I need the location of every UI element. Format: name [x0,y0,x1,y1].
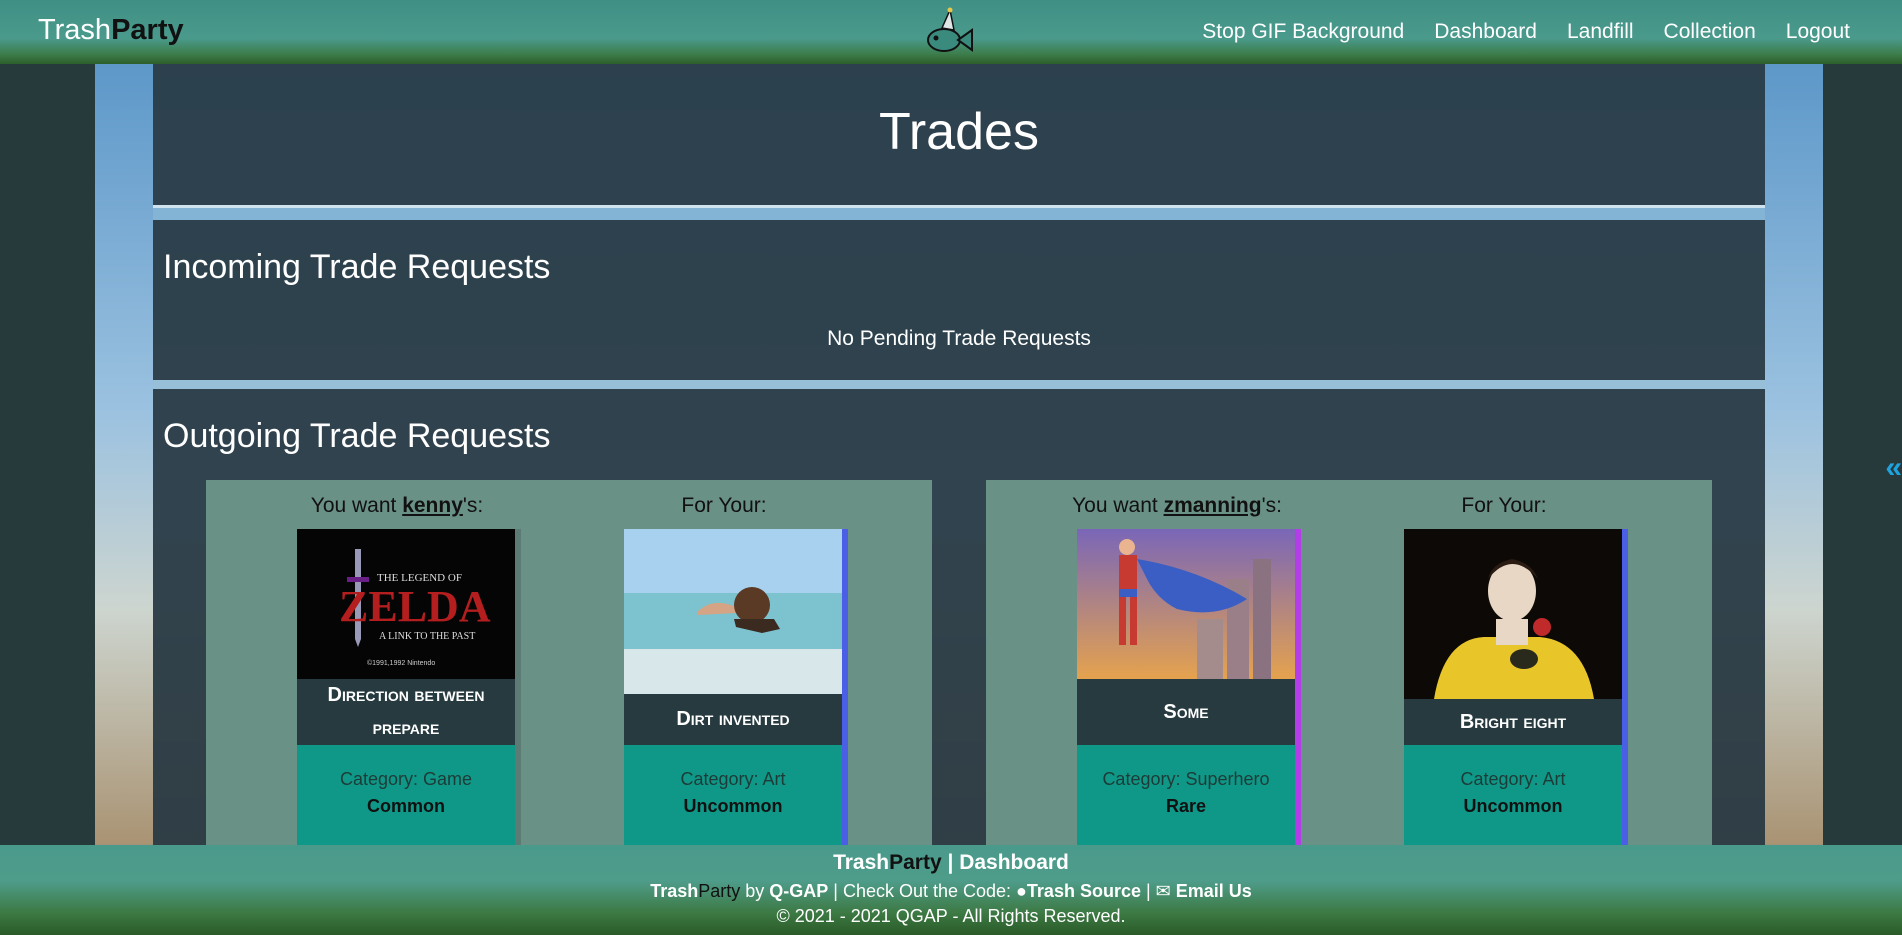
title-panel: Trades [153,64,1765,208]
trade-request: You want kenny's: For Your: ZELDA THE LE… [206,480,932,845]
trade-user-link[interactable]: zmanning [1164,494,1262,517]
card-name: Dirt invented [624,694,842,745]
footer-dashboard-link[interactable]: Dashboard [959,851,1069,874]
card-info: Category: Superhero Rare [1077,745,1295,845]
navbar: TrashParty Stop GIF Background Dashboard… [0,0,1902,64]
card-name: Some [1077,679,1295,745]
superhero-art [1077,529,1295,679]
footer-copyright: © 2021 - 2021 QGAP - All Rights Reserved… [776,906,1126,926]
card-info: Category: Art Uncommon [1404,745,1622,845]
rarity-edge [515,529,521,845]
want-heading: You want kenny's: [247,494,547,518]
trade-request: You want zmanning's: For Your: Some Cate… [986,480,1712,845]
footer-brand-party[interactable]: Party [889,851,942,874]
trade-user-link[interactable]: kenny [402,494,463,517]
footer-brand-trash: Trash [650,881,699,901]
incoming-heading: Incoming Trade Requests [163,248,551,286]
card-info: Category: Art Uncommon [624,745,842,845]
trade-card-theirs[interactable]: ZELDA THE LEGEND OF A LINK TO THE PAST ©… [297,529,521,845]
rarity-edge [1622,529,1628,845]
sidebar-toggle-icon[interactable]: « [1885,451,1902,485]
card-rarity: Rare [1165,796,1207,816]
for-heading: For Your: [681,494,767,517]
card-image-portrait [1404,529,1622,699]
card-category: Category: Superhero [1102,769,1270,789]
nav-collection[interactable]: Collection [1664,20,1756,44]
footer-separator: | [1140,881,1156,901]
want-heading: You want zmanning's: [1027,494,1327,518]
card-image-superhero [1077,529,1295,679]
incoming-panel: Incoming Trade Requests No Pending Trade… [153,220,1765,380]
footer: TrashParty | Dashboard TrashParty by Q-G… [0,845,1902,935]
background-strip-right [1765,64,1823,844]
footer-by: by [740,881,770,901]
card-info: Category: Game Common [297,745,515,845]
background-left [0,0,95,935]
svg-text:A LINK TO THE PAST: A LINK TO THE PAST [379,631,475,642]
incoming-empty-message: No Pending Trade Requests [827,327,1091,350]
footer-line-1: TrashParty | Dashboard [0,851,1902,875]
card-name: Direction between prepare [297,679,515,745]
background-strip-left [95,64,153,844]
zelda-art: ZELDA THE LEGEND OF A LINK TO THE PAST ©… [297,529,515,679]
footer-line-2: TrashParty by Q-GAP | Check Out the Code… [0,881,1902,902]
want-suffix: 's: [462,494,484,517]
nav-stop-gif-background[interactable]: Stop GIF Background [1202,20,1404,44]
nav-logout[interactable]: Logout [1786,20,1850,44]
footer-email-link[interactable]: Email Us [1176,881,1252,901]
card-rarity: Uncommon [1463,796,1563,816]
trade-card-yours[interactable]: Bright eight Category: Art Uncommon [1404,529,1628,845]
card-rarity: Common [367,796,445,816]
nav-dashboard[interactable]: Dashboard [1434,20,1537,44]
trade-card-theirs[interactable]: Some Category: Superhero Rare [1077,529,1301,845]
card-image-beach [624,529,842,694]
beach-art [624,529,842,694]
nav-links: Stop GIF Background Dashboard Landfill C… [1202,20,1850,44]
brand-logo[interactable]: TrashParty [38,14,184,47]
footer-team-link[interactable]: Q-GAP [769,881,828,901]
want-prefix: You want [310,494,403,517]
brand-trash: Trash [38,14,112,46]
party-fish-icon[interactable] [918,6,974,60]
rarity-edge [842,529,848,845]
footer-separator: | [941,851,960,874]
card-category: Category: Art [680,769,786,789]
svg-text:©1991,1992 Nintendo: ©1991,1992 Nintendo [367,659,435,667]
for-heading: For Your: [1461,494,1547,517]
footer-code-label: | Check Out the Code: [828,881,1017,901]
want-prefix: You want [1072,494,1164,517]
github-icon: ● [1016,881,1027,901]
outgoing-heading: Outgoing Trade Requests [163,417,551,455]
want-suffix: 's: [1261,494,1282,517]
card-rarity: Uncommon [683,796,783,816]
trade-card-yours[interactable]: Dirt invented Category: Art Uncommon [624,529,848,845]
card-name: Bright eight [1404,699,1622,745]
svg-text:ZELDA: ZELDA [339,582,491,631]
portrait-art [1404,529,1622,699]
envelope-icon: ✉ [1155,881,1176,901]
footer-brand-trash[interactable]: Trash [833,851,889,874]
svg-text:THE LEGEND OF: THE LEGEND OF [377,572,462,584]
card-category: Category: Art [1460,769,1566,789]
nav-landfill[interactable]: Landfill [1567,20,1634,44]
footer-brand-party: Party [698,881,741,901]
card-category: Category: Game [339,769,473,789]
card-image-zelda: ZELDA THE LEGEND OF A LINK TO THE PAST ©… [297,529,515,679]
rarity-edge [1295,529,1301,845]
footer-source-link[interactable]: Trash Source [1027,881,1141,901]
page-title: Trades [879,103,1039,161]
brand-party: Party [111,14,184,46]
outgoing-panel: Outgoing Trade Requests You want kenny's… [153,389,1765,845]
